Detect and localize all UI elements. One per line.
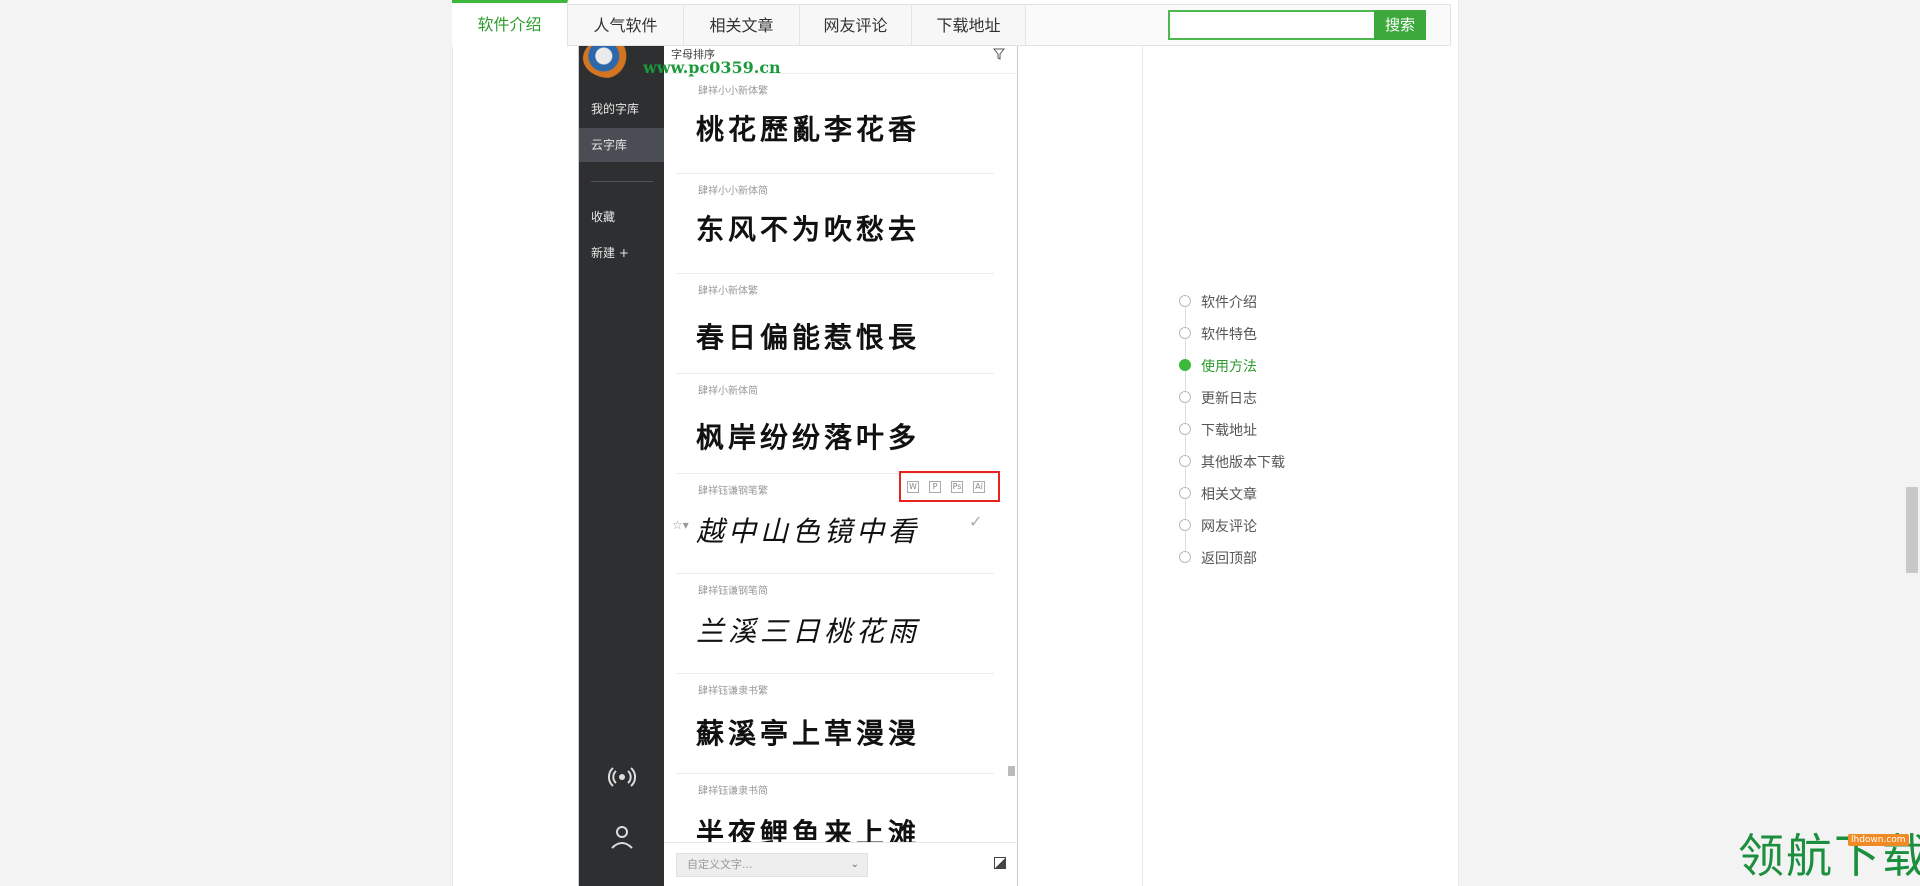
toc-label: 相关文章	[1201, 487, 1257, 503]
custom-text-select[interactable]: 自定义文字... ⌄	[676, 853, 868, 877]
app-sidebar: 我的字库 云字库 收藏 新建 +	[579, 46, 664, 886]
tab-user-comments[interactable]: 网友评论	[800, 5, 912, 45]
photoshop-format-icon[interactable]: Ps	[951, 481, 963, 493]
sidebar-item-my-fonts[interactable]: 我的字库	[579, 92, 664, 126]
sidebar-item-favorites[interactable]: 收藏	[579, 200, 664, 234]
font-name: 肆祥钰谦钢笔繁	[698, 486, 768, 497]
font-sample: 越中山色镜中看	[696, 515, 921, 548]
search-button[interactable]: 搜索	[1374, 10, 1426, 40]
check-icon[interactable]: ✓	[969, 512, 982, 531]
sidebar-item-cloud-fonts[interactable]: 云字库	[579, 128, 664, 162]
font-list-item[interactable]: 肆祥小新体简 枫岸纷纷落叶多	[676, 374, 994, 474]
toc-dot	[1179, 519, 1191, 531]
toc-dot	[1179, 455, 1191, 467]
toc-label: 软件特色	[1201, 327, 1257, 343]
column-divider	[1142, 46, 1143, 886]
toc-dot	[1179, 551, 1191, 563]
tab-related-articles[interactable]: 相关文章	[684, 5, 800, 45]
font-list-item[interactable]: 肆祥小小新体繁 桃花歷亂李花香	[676, 74, 994, 174]
font-list-item[interactable]: 肆祥小小新体简 东风不为吹愁去	[676, 174, 994, 274]
illustrator-format-icon[interactable]: Ai	[973, 481, 985, 493]
star-icon[interactable]: ☆▾	[672, 518, 689, 532]
search-input[interactable]	[1168, 10, 1376, 40]
toc-label: 返回顶部	[1201, 551, 1257, 567]
app-screenshot: 我的字库 云字库 收藏 新建 + www.pc0359.cn 字母排序 肆祥小小…	[578, 46, 1018, 886]
tab-popular-software[interactable]: 人气软件	[568, 5, 684, 45]
font-sample: 春日偏能惹恨長	[696, 321, 921, 354]
font-sample: 桃花歷亂李花香	[696, 113, 921, 146]
toc-dot	[1179, 423, 1191, 435]
custom-text-placeholder: 自定义文字...	[687, 858, 753, 871]
toc-label: 其他版本下载	[1201, 455, 1285, 471]
sort-label[interactable]: 字母排序	[671, 46, 715, 62]
font-sample: 蘇溪亭上草漫漫	[696, 717, 921, 750]
font-name: 肆祥钰谦钢笔简	[698, 586, 768, 597]
powerpoint-format-icon[interactable]: P	[929, 481, 941, 493]
font-name: 肆祥钰谦隶书简	[698, 786, 768, 797]
tab-download-address[interactable]: 下载地址	[912, 5, 1026, 45]
site-logo-icon	[583, 46, 635, 78]
sidebar-item-new[interactable]: 新建 +	[579, 236, 664, 270]
toc-label: 网友评论	[1201, 519, 1257, 535]
font-sample: 枫岸纷纷落叶多	[696, 421, 921, 454]
font-name: 肆祥小新体繁	[698, 286, 758, 297]
font-list-item[interactable]: 肆祥钰谦隶书繁 蘇溪亭上草漫漫	[676, 674, 994, 774]
toc-label: 使用方法	[1201, 359, 1257, 375]
font-name: 肆祥小小新体简	[698, 186, 768, 197]
font-list-item[interactable]: 肆祥钰谦钢笔简 兰溪三日桃花雨	[676, 574, 994, 674]
font-sample: 东风不为吹愁去	[696, 213, 921, 246]
word-format-icon[interactable]: W	[907, 481, 919, 493]
font-name: 肆祥小小新体繁	[698, 86, 768, 97]
user-icon[interactable]	[607, 822, 637, 852]
page-scrollbar-thumb[interactable]	[1906, 487, 1918, 573]
font-name: 肆祥钰谦隶书繁	[698, 686, 768, 697]
toc-dot	[1179, 487, 1191, 499]
toc-dot	[1179, 391, 1191, 403]
font-list-item[interactable]: 肆祥小新体繁 春日偏能惹恨長	[676, 274, 994, 374]
toc-label: 软件介绍	[1201, 295, 1257, 311]
toc-label: 下载地址	[1201, 423, 1257, 439]
format-highlight-box: W P Ps Ai	[899, 471, 1000, 502]
bottom-toolbar: 自定义文字... ⌄	[664, 842, 1017, 886]
filter-icon[interactable]	[992, 48, 1006, 63]
chevron-down-icon: ⌄	[850, 859, 859, 870]
broadcast-icon[interactable]	[607, 762, 637, 792]
font-name: 肆祥小新体简	[698, 386, 758, 397]
tab-software-intro[interactable]: 软件介绍	[452, 0, 568, 47]
sidebar-divider	[591, 181, 653, 182]
toc-dot-active	[1179, 359, 1191, 371]
toc-label: 更新日志	[1201, 391, 1257, 407]
contrast-toggle-icon[interactable]	[994, 857, 1006, 869]
toc-dot	[1179, 295, 1191, 307]
font-sample: 兰溪三日桃花雨	[696, 615, 921, 648]
list-scrollbar[interactable]	[1008, 766, 1015, 776]
list-header	[664, 46, 1017, 74]
brand-url: lhdown.com	[1848, 834, 1909, 846]
toc-dot	[1179, 327, 1191, 339]
